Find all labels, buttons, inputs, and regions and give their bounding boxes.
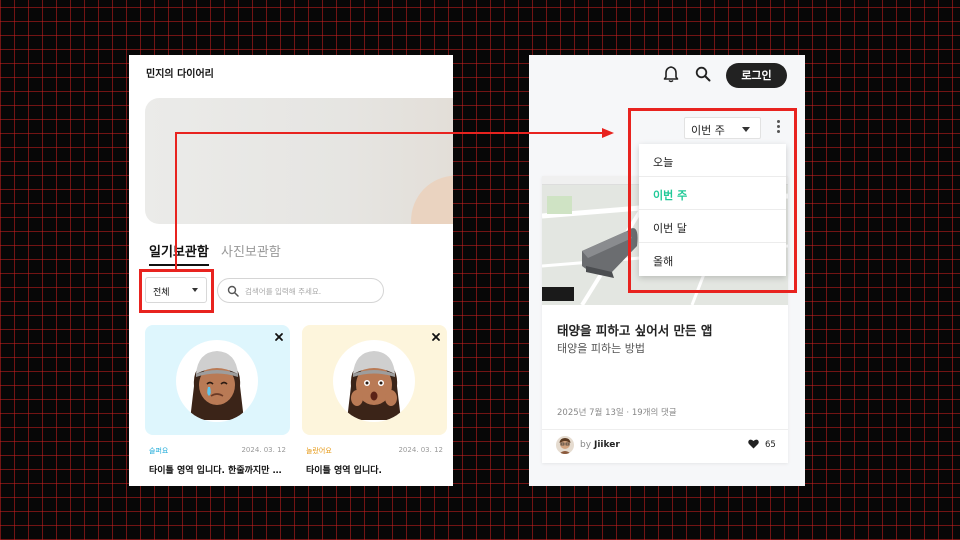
arrow-head-icon — [602, 128, 614, 138]
connector-arrow — [175, 128, 614, 269]
